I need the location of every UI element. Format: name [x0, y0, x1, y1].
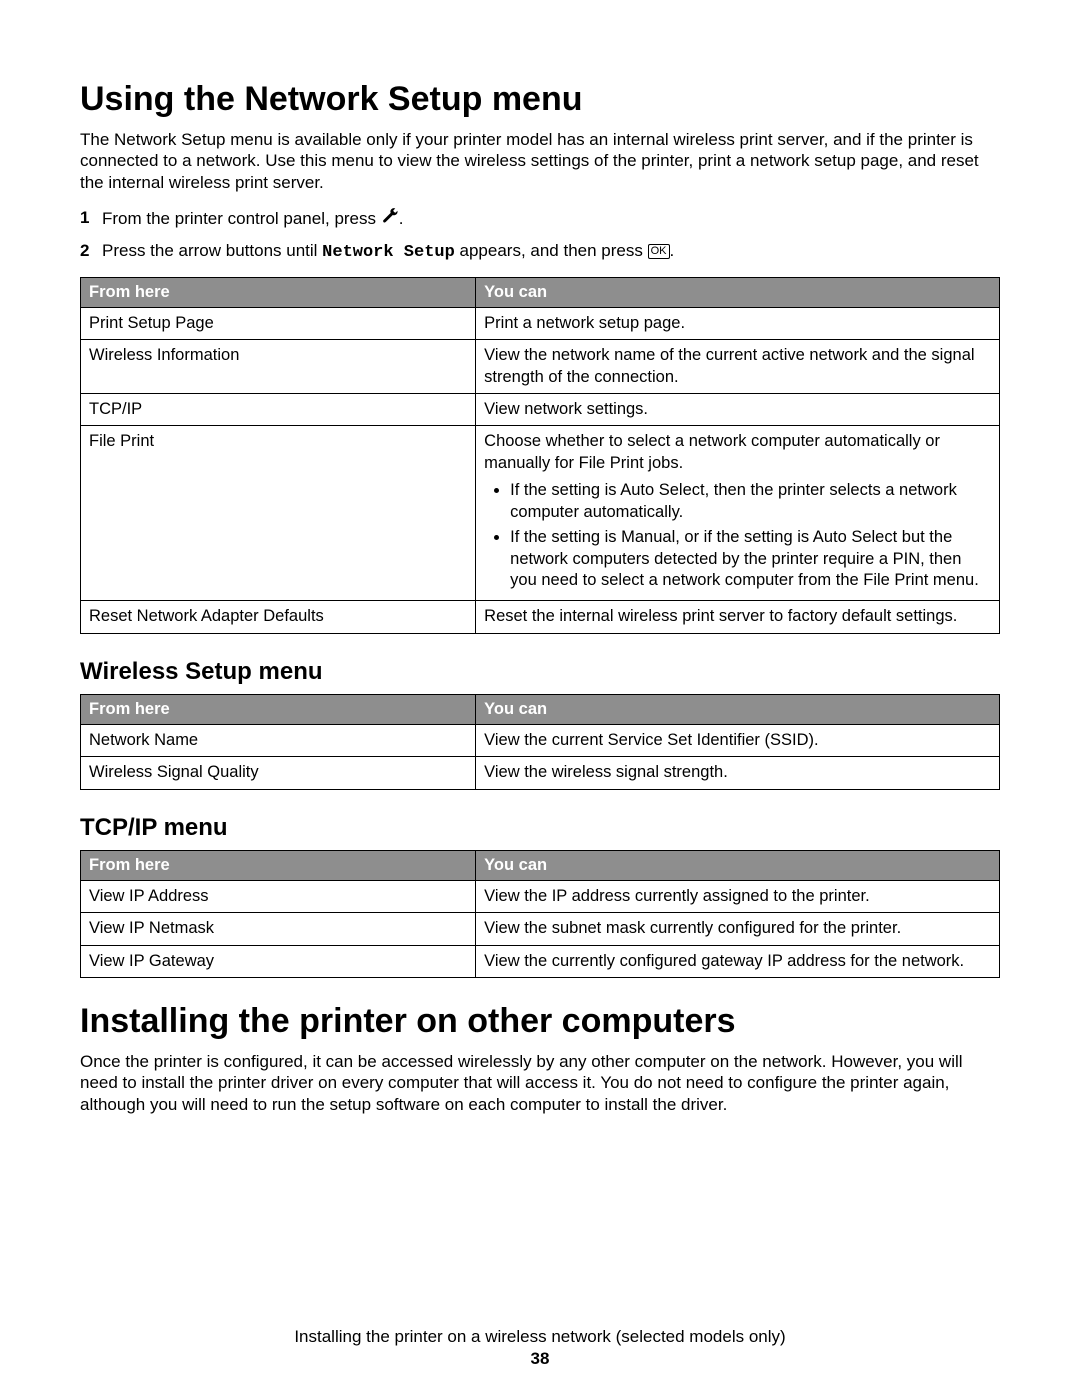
list-item: If the setting is Manual, or if the sett…: [510, 527, 991, 591]
step-2: 2 Press the arrow buttons until Network …: [80, 240, 1000, 265]
chapter-title: Installing the printer on a wireless net…: [0, 1327, 1080, 1347]
intro-paragraph: Once the printer is configured, it can b…: [80, 1051, 1000, 1115]
step-text-post: appears, and then press: [455, 241, 648, 260]
table-row: File Print Choose whether to select a ne…: [81, 426, 1000, 601]
wrench-icon: [381, 207, 399, 232]
col-header-you: You can: [476, 277, 1000, 307]
table-row: Network Name View the current Service Se…: [81, 724, 1000, 756]
col-header-you: You can: [476, 694, 1000, 724]
network-setup-table: From here You can Print Setup Page Print…: [80, 277, 1000, 634]
ok-button-icon: OK: [648, 244, 670, 259]
tcpip-table: From here You can View IP Address View t…: [80, 850, 1000, 978]
page-footer: Installing the printer on a wireless net…: [0, 1327, 1080, 1369]
table-row: View IP Netmask View the subnet mask cur…: [81, 913, 1000, 945]
subsection-heading: TCP/IP menu: [80, 814, 1000, 842]
table-row: View IP Address View the IP address curr…: [81, 880, 1000, 912]
list-item: If the setting is Auto Select, then the …: [510, 480, 991, 523]
menu-name: Network Setup: [322, 243, 455, 262]
step-text-pre: Press the arrow buttons until: [102, 241, 322, 260]
wireless-setup-table: From here You can Network Name View the …: [80, 694, 1000, 790]
bullet-list: If the setting is Auto Select, then the …: [484, 480, 991, 591]
col-header-from: From here: [81, 277, 476, 307]
table-row: Wireless Information View the network na…: [81, 340, 1000, 394]
page-number: 38: [0, 1349, 1080, 1369]
subsection-heading: Wireless Setup menu: [80, 658, 1000, 686]
col-header-from: From here: [81, 694, 476, 724]
table-row: View IP Gateway View the currently confi…: [81, 945, 1000, 977]
table-row: Wireless Signal Quality View the wireles…: [81, 757, 1000, 789]
table-row: Reset Network Adapter Defaults Reset the…: [81, 601, 1000, 633]
col-header-you: You can: [476, 850, 1000, 880]
step-text: From the printer control panel, press: [102, 209, 381, 228]
steps-list: 1 From the printer control panel, press …: [80, 207, 1000, 265]
page: Using the Network Setup menu The Network…: [0, 0, 1080, 1397]
table-row: TCP/IP View network settings.: [81, 393, 1000, 425]
col-header-from: From here: [81, 850, 476, 880]
section-heading: Installing the printer on other computer…: [80, 1002, 1000, 1041]
step-1: 1 From the printer control panel, press …: [80, 207, 1000, 232]
table-row: Print Setup Page Print a network setup p…: [81, 307, 1000, 339]
intro-paragraph: The Network Setup menu is available only…: [80, 129, 1000, 193]
section-heading: Using the Network Setup menu: [80, 80, 1000, 119]
